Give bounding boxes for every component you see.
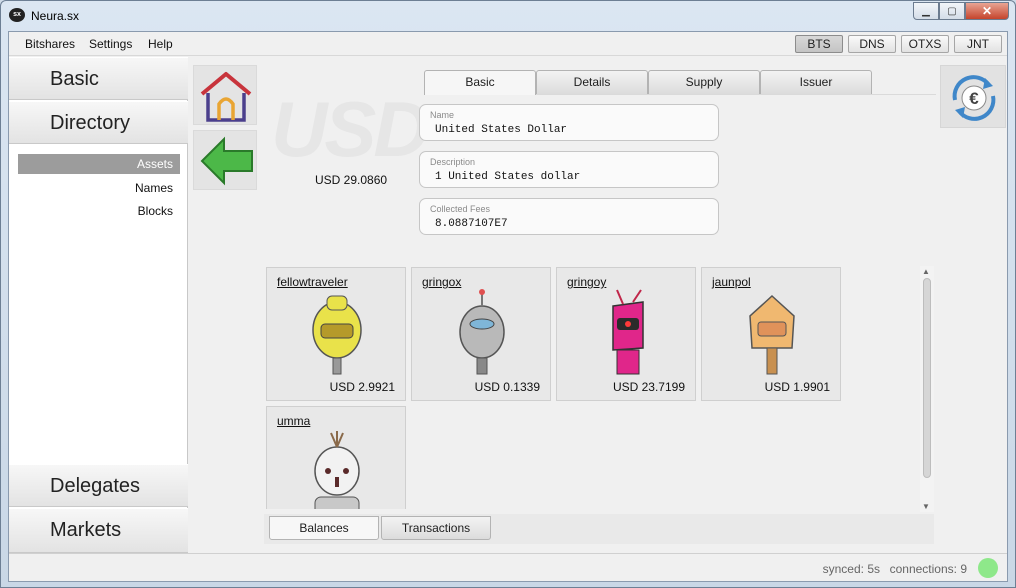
nav-sub-names[interactable]: Names bbox=[135, 181, 173, 195]
nav-sub-assets[interactable]: Assets bbox=[18, 154, 180, 174]
holders-grid: fellowtraveler USD 2.9921 gringox USD 0.… bbox=[264, 265, 934, 509]
client-area: Bitshares Settings Help BTS DNS OTXS JNT… bbox=[8, 31, 1008, 582]
holder-amount: USD 23.7199 bbox=[612, 380, 685, 394]
chain-button-jnt[interactable]: JNT bbox=[954, 35, 1002, 53]
nav-basic[interactable]: Basic bbox=[9, 57, 188, 100]
menu-settings[interactable]: Settings bbox=[89, 37, 132, 51]
status-bar: synced: 5s connections: 9 bbox=[9, 553, 1007, 581]
robot-avatar-icon bbox=[749, 294, 795, 375]
tab-transactions[interactable]: Transactions bbox=[381, 516, 491, 540]
field-description-label: Description bbox=[430, 157, 476, 167]
tab-balances[interactable]: Balances bbox=[269, 516, 379, 540]
bottom-tabs: Balances Transactions bbox=[264, 514, 934, 544]
field-fees-label: Collected Fees bbox=[430, 204, 491, 214]
field-name-value: United States Dollar bbox=[435, 124, 568, 136]
tab-details[interactable]: Details bbox=[536, 70, 648, 94]
connection-count: connections: 9 bbox=[889, 562, 967, 576]
nav-directory[interactable]: Directory bbox=[9, 101, 188, 144]
svg-text:€: € bbox=[969, 89, 979, 108]
holder-amount: USD 0.1339 bbox=[474, 380, 540, 394]
window-title: Neura.sx bbox=[31, 9, 80, 23]
nav-delegates[interactable]: Delegates bbox=[9, 464, 188, 507]
field-description-value: 1 United States dollar bbox=[435, 171, 581, 183]
holder-card[interactable]: gringox USD 0.1339 bbox=[411, 267, 551, 401]
menu-bar: Bitshares Settings Help BTS DNS OTXS JNT bbox=[9, 32, 1007, 56]
field-name-label: Name bbox=[430, 110, 455, 120]
holder-amount: USD 1.9901 bbox=[764, 380, 830, 394]
exchange-button[interactable]: € bbox=[940, 65, 1006, 128]
field-fees-value: 8.0887107E7 bbox=[435, 218, 508, 230]
app-logo-icon: sx bbox=[9, 8, 25, 22]
left-navigation: Basic Directory Assets Names Blocks Dele… bbox=[9, 57, 188, 553]
scroll-down-icon[interactable]: ▼ bbox=[922, 502, 930, 511]
minimize-button[interactable]: ▁ bbox=[913, 2, 939, 20]
robot-avatar-icon bbox=[459, 289, 505, 375]
holder-name[interactable]: umma bbox=[277, 414, 310, 428]
home-button[interactable] bbox=[193, 65, 257, 125]
holder-card[interactable]: umma bbox=[266, 406, 406, 509]
holder-name[interactable]: gringoy bbox=[567, 275, 606, 289]
connection-status-icon bbox=[978, 558, 998, 578]
holder-name[interactable]: gringox bbox=[422, 275, 461, 289]
robot-avatar-icon bbox=[314, 431, 360, 509]
chain-selector: BTS DNS OTXS JNT bbox=[795, 35, 1002, 53]
holder-card[interactable]: jaunpol USD 1.9901 bbox=[701, 267, 841, 401]
chain-button-bts[interactable]: BTS bbox=[795, 35, 843, 53]
window-controls: ▁ ▢ ✕ bbox=[913, 2, 1009, 20]
holder-name[interactable]: jaunpol bbox=[712, 275, 751, 289]
menu-bitshares[interactable]: Bitshares bbox=[25, 37, 75, 51]
asset-symbol-watermark: USD bbox=[271, 85, 430, 173]
field-collected-fees[interactable]: Collected Fees 8.0887107E7 bbox=[419, 198, 719, 235]
euro-exchange-icon: € bbox=[952, 75, 996, 121]
close-button[interactable]: ✕ bbox=[965, 2, 1009, 20]
sync-status: synced: 5s bbox=[822, 562, 880, 576]
nav-sub-blocks[interactable]: Blocks bbox=[138, 204, 173, 218]
holders-scrollbar[interactable]: ▲ ▼ bbox=[920, 266, 934, 512]
asset-tabs: Basic Details Supply Issuer bbox=[424, 70, 872, 95]
app-window: sx Neura.sx ▁ ▢ ✕ Bitshares Settings Hel… bbox=[0, 0, 1016, 588]
field-description[interactable]: Description 1 United States dollar bbox=[419, 151, 719, 188]
robot-avatar-icon bbox=[312, 295, 362, 375]
field-name[interactable]: Name United States Dollar bbox=[419, 104, 719, 141]
nav-markets[interactable]: Markets bbox=[9, 508, 188, 553]
robot-avatar-icon bbox=[612, 289, 644, 375]
holder-card[interactable]: fellowtraveler USD 2.9921 bbox=[266, 267, 406, 401]
holder-card[interactable]: gringoy USD 23.7199 bbox=[556, 267, 696, 401]
holder-name[interactable]: fellowtraveler bbox=[277, 275, 348, 289]
back-button[interactable] bbox=[193, 130, 257, 190]
tab-basic[interactable]: Basic bbox=[424, 70, 536, 95]
scroll-up-icon[interactable]: ▲ bbox=[922, 267, 930, 276]
title-bar[interactable]: sx Neura.sx ▁ ▢ ✕ bbox=[1, 1, 1015, 31]
scroll-thumb[interactable] bbox=[923, 278, 931, 478]
back-arrow-icon bbox=[200, 136, 253, 186]
holder-amount: USD 2.9921 bbox=[329, 380, 395, 394]
maximize-button[interactable]: ▢ bbox=[939, 2, 965, 20]
menu-help[interactable]: Help bbox=[148, 37, 173, 51]
asset-supply: USD 29.0860 bbox=[315, 173, 388, 187]
tab-supply[interactable]: Supply bbox=[648, 70, 760, 94]
chain-button-dns[interactable]: DNS bbox=[848, 35, 896, 53]
home-icon bbox=[200, 72, 252, 122]
tab-issuer[interactable]: Issuer bbox=[760, 70, 872, 94]
chain-button-otxs[interactable]: OTXS bbox=[901, 35, 949, 53]
